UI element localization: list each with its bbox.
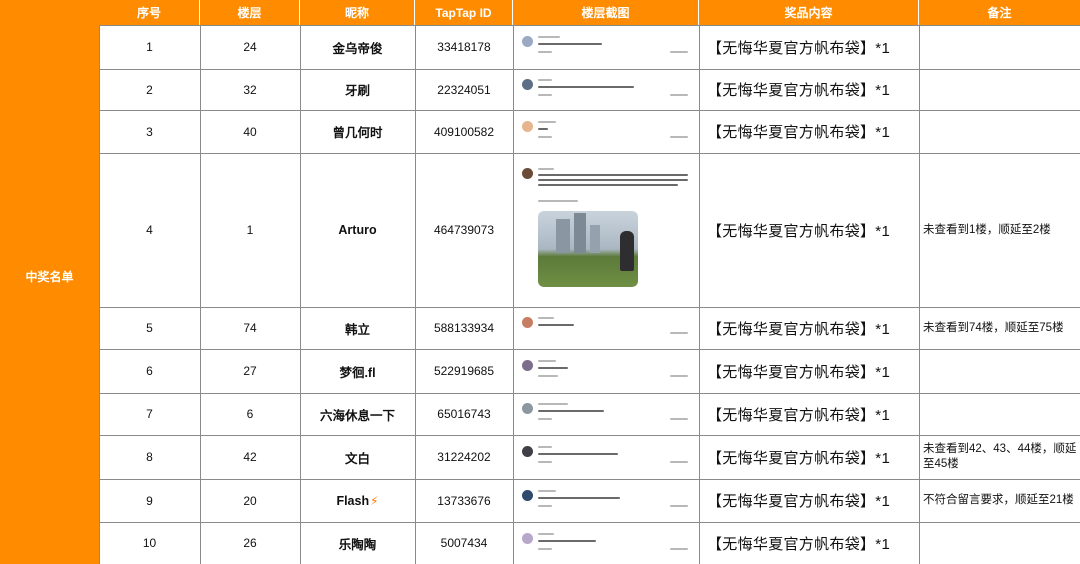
row-number: 10 — [142, 536, 157, 550]
nickname: 乐陶陶 — [338, 537, 377, 552]
nickname: 六海休息一下 — [319, 408, 395, 423]
floor-screenshot — [520, 487, 692, 515]
floor-number: 32 — [243, 82, 257, 97]
taptap-id: 5007434 — [440, 536, 488, 550]
taptap-id: 409100582 — [433, 124, 495, 139]
taptap-id: 464739073 — [433, 223, 495, 237]
note — [919, 393, 1080, 435]
nickname: Flash ⚡ — [300, 479, 415, 522]
taptap-id: 522919685 — [433, 364, 495, 378]
row-number: 7 — [146, 407, 153, 421]
floor-screenshot — [520, 314, 692, 342]
header-taptap-id: TapTap ID — [415, 0, 513, 25]
prize-content: 【无悔华夏官方帆布袋】*1 — [707, 406, 891, 424]
prize-content: 【无悔华夏官方帆布袋】*1 — [707, 320, 891, 338]
note — [919, 522, 1080, 564]
nickname: Arturo — [338, 223, 377, 237]
nickname: 梦徊.fl — [339, 365, 376, 380]
floor-screenshot — [520, 530, 692, 558]
floor-screenshot — [520, 400, 692, 428]
row-number: 5 — [146, 321, 153, 335]
side-label: 中奖名单 — [25, 270, 74, 284]
note: 未查看到42、43、44楼，顺延至45楼 — [923, 443, 1077, 470]
floor-screenshot — [520, 443, 692, 471]
taptap-id: 33418178 — [437, 40, 491, 54]
row-number: 6 — [146, 364, 153, 378]
floor-screenshot — [520, 118, 692, 146]
floor-number: 24 — [243, 40, 257, 54]
header-note: 备注 — [919, 0, 1080, 25]
note: 不符合留言要求，顺延至21楼 — [923, 494, 1074, 506]
nickname: 文白 — [344, 451, 370, 466]
floor-number: 74 — [243, 321, 257, 335]
row-number: 4 — [146, 223, 153, 237]
screenshot-photo — [538, 211, 638, 287]
prize-content: 【无悔华夏官方帆布袋】*1 — [707, 222, 891, 240]
floor-screenshot — [520, 165, 692, 295]
taptap-id: 31224202 — [437, 450, 491, 464]
floor-screenshot — [520, 357, 692, 385]
row-number: 8 — [146, 450, 153, 464]
nickname: 曾几何时 — [332, 126, 383, 140]
header-prize: 奖品内容 — [699, 0, 919, 25]
note — [919, 69, 1080, 110]
note — [919, 349, 1080, 393]
header-nickname: 昵称 — [300, 0, 415, 25]
prize-content: 【无悔华夏官方帆布袋】*1 — [707, 39, 891, 57]
floor-number: 27 — [243, 364, 257, 378]
nickname: 牙刷 — [344, 84, 370, 98]
floor-screenshot — [520, 76, 692, 104]
note: 未查看到1楼，顺延至2楼 — [923, 223, 1051, 236]
note: 未查看到74楼，顺延至75楼 — [923, 321, 1064, 334]
floor-number: 40 — [243, 124, 257, 139]
header-screenshot: 楼层截图 — [513, 0, 699, 25]
prize-content: 【无悔华夏官方帆布袋】*1 — [707, 493, 891, 510]
nickname-text: Flash — [336, 493, 370, 508]
row-number: 1 — [146, 40, 153, 54]
note — [919, 25, 1080, 69]
floor-number: 1 — [246, 223, 254, 237]
taptap-id: 588133934 — [433, 321, 495, 335]
floor-screenshot — [520, 33, 692, 61]
floor-number: 6 — [246, 407, 254, 421]
floor-number: 42 — [243, 450, 257, 464]
nickname: 金乌帝俊 — [332, 41, 383, 56]
prize-content: 【无悔华夏官方帆布袋】*1 — [707, 449, 891, 467]
row-number: 9 — [146, 493, 153, 508]
prize-content: 【无悔华夏官方帆布袋】*1 — [707, 124, 891, 141]
prize-content: 【无悔华夏官方帆布袋】*1 — [707, 535, 891, 553]
floor-number: 26 — [243, 536, 257, 550]
taptap-id: 13733676 — [437, 493, 491, 508]
row-number: 2 — [146, 82, 153, 97]
prize-content: 【无悔华夏官方帆布袋】*1 — [707, 82, 891, 99]
floor-number: 20 — [243, 493, 257, 508]
taptap-id: 22324051 — [437, 82, 491, 97]
header-floor: 楼层 — [200, 0, 300, 25]
taptap-id: 65016743 — [437, 407, 491, 421]
row-number: 3 — [146, 124, 153, 139]
prize-content: 【无悔华夏官方帆布袋】*1 — [707, 363, 891, 381]
lightning-bolt-icon: ⚡ — [370, 493, 379, 508]
nickname: 韩立 — [344, 322, 370, 337]
header-no: 序号 — [99, 0, 200, 25]
note — [919, 110, 1080, 153]
